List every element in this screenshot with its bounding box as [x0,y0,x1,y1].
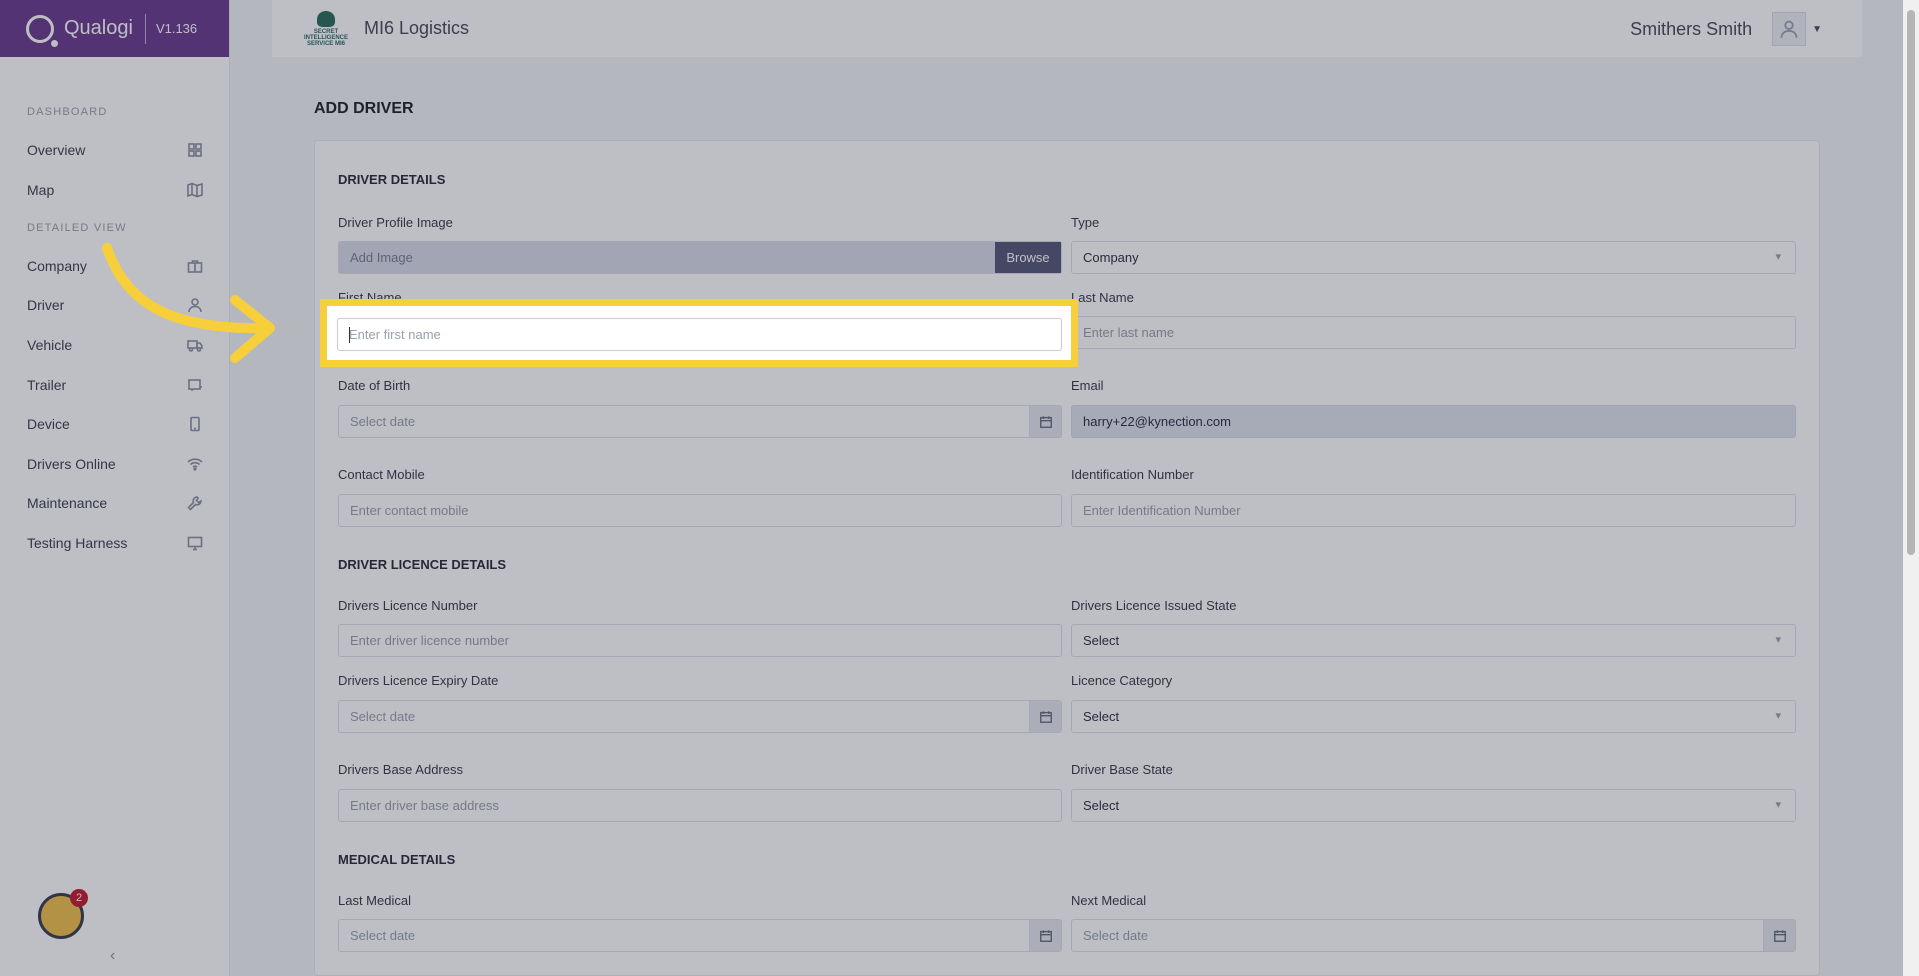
calendar-icon[interactable] [1763,920,1795,951]
base-address-input[interactable]: Enter driver base address [338,789,1062,822]
calendar-icon[interactable] [1029,920,1061,951]
expiry-placeholder: Select date [350,709,416,724]
top-bar: SECRET INTELLIGENCE SERVICE MI6 MI6 Logi… [272,0,1862,57]
sidebar-item-label: Driver [27,297,65,313]
base-address-label: Drivers Base Address [338,762,463,777]
sidebar-item-label: Drivers Online [27,456,116,472]
expiry-date-picker[interactable]: Select date [338,700,1062,733]
dob-date-picker[interactable]: Select date [338,405,1062,438]
identification-label: Identification Number [1071,467,1194,482]
dob-placeholder: Select date [350,414,416,429]
sidebar: Qualogi V1.136 DASHBOARD Overview Map DE… [0,0,230,976]
brand-divider [144,13,146,44]
sidebar-item-maintenance[interactable]: Maintenance [0,483,229,523]
brand-header[interactable]: Qualogi V1.136 [0,0,229,57]
last-name-label: Last Name [1071,290,1134,305]
version-label: V1.136 [155,21,198,36]
dob-label: Date of Birth [338,378,411,393]
sidebar-item-label: Maintenance [27,495,108,511]
company-crest-logo: SECRET INTELLIGENCE SERVICE MI6 [300,5,352,53]
type-label: Type [1071,215,1100,230]
wifi-icon [187,458,203,471]
base-state-select[interactable]: Select [1071,789,1796,822]
sidebar-item-trailer[interactable]: Trailer [0,365,229,405]
user-name: Smithers Smith [1630,18,1753,39]
sidebar-item-map[interactable]: Map [0,170,229,210]
email-label: Email [1071,378,1104,393]
last-medical-placeholder: Select date [350,928,416,943]
monitor-icon [187,536,203,551]
licence-number-input[interactable]: Enter driver licence number [338,624,1062,657]
scrollbar-thumb[interactable] [1907,10,1915,555]
nav-section-dashboard: DASHBOARD [27,106,108,118]
next-medical-label: Next Medical [1071,893,1147,908]
section-title-medical-details: MEDICAL DETAILS [338,852,456,867]
identification-input[interactable]: Enter Identification Number [1071,494,1796,527]
sidebar-item-label: Map [27,182,55,198]
sidebar-item-testing-harness[interactable]: Testing Harness [0,523,229,563]
profile-image-field[interactable]: Add Image Browse [338,241,1062,274]
issued-state-select[interactable]: Select [1071,624,1796,657]
brand-name: Qualogi [64,17,133,39]
wrench-icon [187,496,202,511]
user-menu[interactable]: Smithers Smith ▼ [1630,12,1822,46]
last-name-input[interactable]: Enter last name [1071,316,1796,349]
profile-image-placeholder: Add Image [350,250,413,265]
chevron-down-icon[interactable]: ▼ [1812,24,1822,35]
phone-icon [190,416,200,432]
licence-number-label: Drivers Licence Number [338,598,478,613]
sidebar-item-device[interactable]: Device [0,404,229,444]
first-name-input[interactable]: Enter first name [337,318,1062,351]
section-title-driver-details: DRIVER DETAILS [338,172,446,187]
sidebar-item-overview[interactable]: Overview [0,130,229,170]
trailer-icon [188,379,202,391]
next-medical-placeholder: Select date [1083,928,1149,943]
notification-badge: 2 [70,889,88,907]
page-scrollbar[interactable] [1903,0,1919,976]
user-avatar-icon[interactable] [1772,12,1807,46]
contact-mobile-input[interactable]: Enter contact mobile [338,494,1062,527]
expiry-date-label: Drivers Licence Expiry Date [338,673,499,688]
profile-image-label: Driver Profile Image [338,215,453,230]
page-title: ADD DRIVER [314,100,414,117]
email-field[interactable]: harry+22@kynection.com [1071,405,1796,438]
licence-category-label: Licence Category [1071,673,1173,688]
base-state-label: Driver Base State [1071,762,1173,777]
sidebar-item-label: Company [27,258,87,274]
sidebar-item-label: Trailer [27,377,67,393]
sidebar-item-label: Device [27,416,70,432]
type-select[interactable]: Company [1071,241,1796,274]
licence-category-select[interactable]: Select [1071,700,1796,733]
section-title-licence-details: DRIVER LICENCE DETAILS [338,557,507,572]
sidebar-item-drivers-online[interactable]: Drivers Online [0,444,229,484]
sidebar-item-label: Testing Harness [27,535,128,551]
crest-seal-icon [317,10,335,27]
sidebar-item-label: Overview [27,142,86,158]
qualogi-logo-icon [26,14,58,47]
nav-section-detailed-view: DETAILED VIEW [27,222,127,234]
crest-caption: SECRET INTELLIGENCE SERVICE MI6 [303,28,348,47]
issued-state-label: Drivers Licence Issued State [1071,598,1237,613]
last-medical-date-picker[interactable]: Select date [338,919,1062,952]
last-medical-label: Last Medical [338,893,411,908]
grid-icon [188,143,202,157]
collapse-sidebar-icon[interactable]: ‹ [110,947,115,965]
map-icon [187,182,203,198]
sidebar-item-label: Vehicle [27,337,73,353]
company-name: MI6 Logistics [364,18,470,38]
tutorial-arrow-icon [102,243,275,363]
calendar-icon[interactable] [1029,406,1061,437]
next-medical-date-picker[interactable]: Select date [1071,919,1796,952]
browse-button[interactable]: Browse [995,242,1061,273]
calendar-icon[interactable] [1029,701,1061,732]
contact-mobile-label: Contact Mobile [338,467,425,482]
